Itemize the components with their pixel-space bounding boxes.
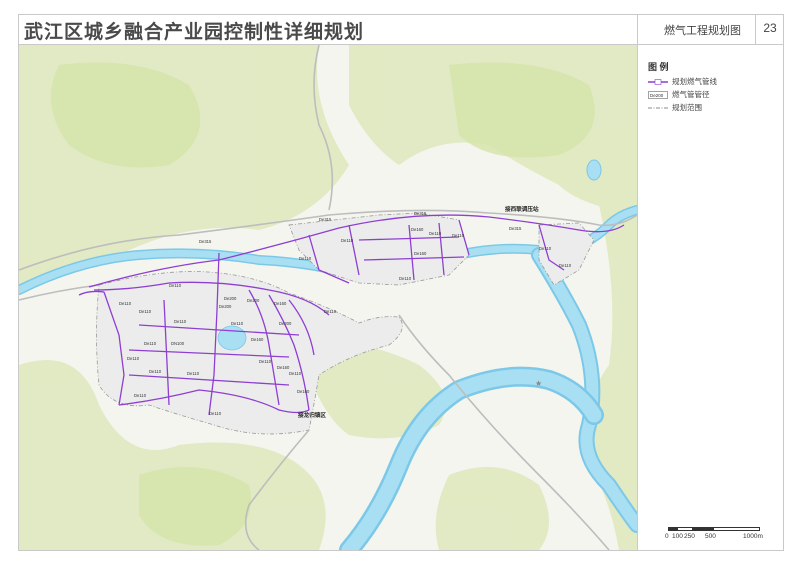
pipe-label: De160: [251, 337, 264, 342]
village-star-icon: ★: [535, 379, 542, 388]
pipe-label: De200: [247, 298, 260, 303]
pipe-label: De110: [139, 309, 152, 314]
pipe-label: De110: [174, 319, 187, 324]
pipe-label: De315: [414, 211, 427, 216]
pipe-label: De315: [319, 217, 332, 222]
pipe-label: De160: [297, 389, 310, 394]
pipe-label: De200: [219, 304, 232, 309]
scale-label: 250: [684, 533, 695, 540]
pipe-label: De160: [411, 227, 424, 232]
pipe-label: De110: [144, 341, 157, 346]
station-label: 接西联调压站: [505, 205, 539, 213]
pipe-label: De110: [149, 369, 162, 374]
page-title: 武江区城乡融合产业园控制性详细规划: [24, 22, 365, 43]
page-number: 23: [755, 14, 784, 44]
pipe-label: De110: [134, 393, 147, 398]
pipe-label: De110: [169, 283, 182, 288]
legend-title: 图 例: [648, 62, 669, 72]
legend-panel: [637, 45, 784, 550]
pipe-label: De200: [279, 321, 292, 326]
pipe-label: De110: [452, 233, 465, 238]
pipe-label: De110: [399, 276, 412, 281]
pipe-label: De110: [119, 301, 132, 306]
pipe-label: De110: [209, 411, 222, 416]
pipe-label: De160: [277, 365, 290, 370]
pipe-label: De315: [199, 239, 212, 244]
pipe-label: De110: [127, 356, 140, 361]
legend-item-gas-pipe: 规划燃气管线: [648, 76, 717, 87]
pipe-label: De110: [341, 238, 354, 243]
legend-item-pipe-diameter: De200 燃气管管径: [648, 89, 710, 100]
pipe-label: De160: [414, 251, 427, 256]
pipe-label: De200: [224, 296, 237, 301]
scale-bar: [668, 527, 760, 531]
legend-item-boundary: 规划范围: [648, 102, 702, 113]
plan-boundary-icon: [648, 104, 668, 112]
legend-label: 规划燃气管线: [672, 77, 717, 86]
map-subtitle: 燃气工程规划图: [664, 25, 741, 37]
pipe-label: De315: [509, 226, 522, 231]
pipe-label: De110: [299, 256, 312, 261]
pipe-label: De110: [539, 246, 552, 251]
legend-label: 规划范围: [672, 103, 702, 112]
pipe-label: De110: [259, 359, 272, 364]
pipe-label: De110: [289, 371, 302, 376]
gas-pipe-line-icon: [648, 78, 668, 86]
town-label: 接龙归镇区: [298, 411, 326, 419]
pipe-diameter-tag-icon: De200: [648, 90, 668, 99]
map-canvas[interactable]: De315 De315 De315 De315 De110 De110 De16…: [19, 45, 637, 550]
pipe-label: DN100: [171, 341, 185, 346]
legend-label: 燃气管管径: [672, 90, 710, 99]
pipe-label: De160: [274, 301, 287, 306]
pipe-label: De110: [429, 231, 442, 236]
pipe-label: De110: [559, 263, 572, 268]
pipe-label: De110: [187, 371, 200, 376]
pipe-label: De110: [324, 309, 337, 314]
scale-label: 100: [672, 533, 683, 540]
diameter-tag-text: De200: [650, 93, 664, 98]
scale-label: 1000m: [743, 533, 763, 540]
pipe-label: De110: [231, 321, 244, 326]
scale-label: 0: [665, 533, 669, 540]
scale-label: 500: [705, 533, 716, 540]
